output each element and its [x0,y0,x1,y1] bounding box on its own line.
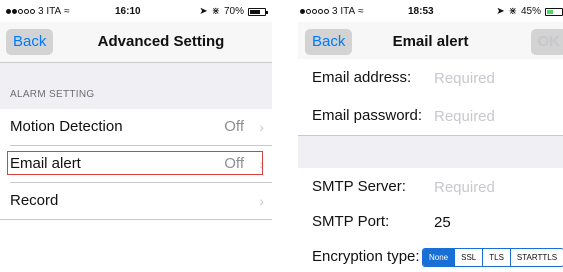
nav-bar: Back Email alert OK [298,22,563,63]
clock-time: 16:10 [115,6,141,17]
record-row[interactable]: Record › [0,183,272,219]
email-address-label: Email address: [312,69,412,86]
page-title: Advanced Setting [97,33,225,50]
motion-detection-row[interactable]: Motion Detection Off › [0,109,272,145]
page-title: Email alert [392,33,469,50]
ok-button[interactable]: OK [530,29,563,55]
section-header-area [0,63,272,109]
battery-percent: 45% [520,6,541,17]
row-value: Off [224,118,244,135]
advanced-setting-screen: 3 ITA ≈ 16:10 ➤ ⋇ 70% Back Advanced Sett… [0,0,272,272]
chevron-right-icon: › [259,193,264,209]
bluetooth-icon: ⋇ [508,6,517,17]
status-right: ➤ ⋇ 70% [199,6,268,17]
carrier-name: 3 ITA [332,6,356,17]
email-address-row: Email address: Required [298,59,563,97]
signal-strength-icon [300,9,329,14]
section-header-alarm: ALARM SETTING [10,89,95,100]
location-arrow-icon: ➤ [496,6,505,17]
segment-starttls[interactable]: STARTTLS [509,249,563,266]
back-button[interactable]: Back [6,29,54,55]
bluetooth-icon: ⋇ [211,6,220,17]
segment-tls[interactable]: TLS [482,249,510,266]
email-password-label: Email password: [312,107,423,124]
smtp-port-row: SMTP Port: 25 [298,203,563,241]
nav-bar: Back Advanced Setting [0,22,272,63]
segment-ssl[interactable]: SSL [454,249,483,266]
section-gap [298,135,563,169]
row-label: Motion Detection [10,118,123,135]
smtp-server-field[interactable]: Required [434,179,495,196]
wifi-icon: ≈ [358,6,364,17]
wifi-icon: ≈ [64,6,70,17]
clock-time: 18:53 [408,6,434,17]
empty-area [0,220,272,272]
encryption-label: Encryption type: [312,248,420,265]
encryption-type-selector: None SSL TLS STARTTLS [422,248,563,267]
encryption-row: Encryption type: None SSL TLS STARTTLS [298,238,563,272]
battery-percent: 70% [223,6,244,17]
smtp-port-field[interactable]: 25 [434,214,451,231]
email-password-row: Email password: Required [298,97,563,135]
email-alert-screen: 3 ITA ≈ 18:53 ➤ ⋇ 45% Back Email alert O… [298,0,563,272]
status-bar: 3 ITA ≈ 18:53 ➤ ⋇ 45% [298,0,563,22]
status-bar: 3 ITA ≈ 16:10 ➤ ⋇ 70% [0,0,272,22]
segment-none[interactable]: None [423,249,455,266]
email-password-field[interactable]: Required [434,108,495,125]
battery-icon [248,7,268,16]
smtp-server-row: SMTP Server: Required [298,168,563,206]
smtp-server-label: SMTP Server: [312,178,406,195]
row-label: Record [10,192,59,209]
battery-icon [545,7,563,16]
smtp-port-label: SMTP Port: [312,213,390,230]
carrier-info: 3 ITA ≈ [6,6,70,17]
location-arrow-icon: ➤ [199,6,208,17]
email-address-field[interactable]: Required [434,70,495,87]
signal-strength-icon [6,9,35,14]
carrier-name: 3 ITA [38,6,62,17]
chevron-right-icon: › [259,119,264,135]
carrier-info: 3 ITA ≈ [300,6,364,17]
status-right: ➤ ⋇ 45% [496,6,563,17]
highlight-box [7,151,263,175]
